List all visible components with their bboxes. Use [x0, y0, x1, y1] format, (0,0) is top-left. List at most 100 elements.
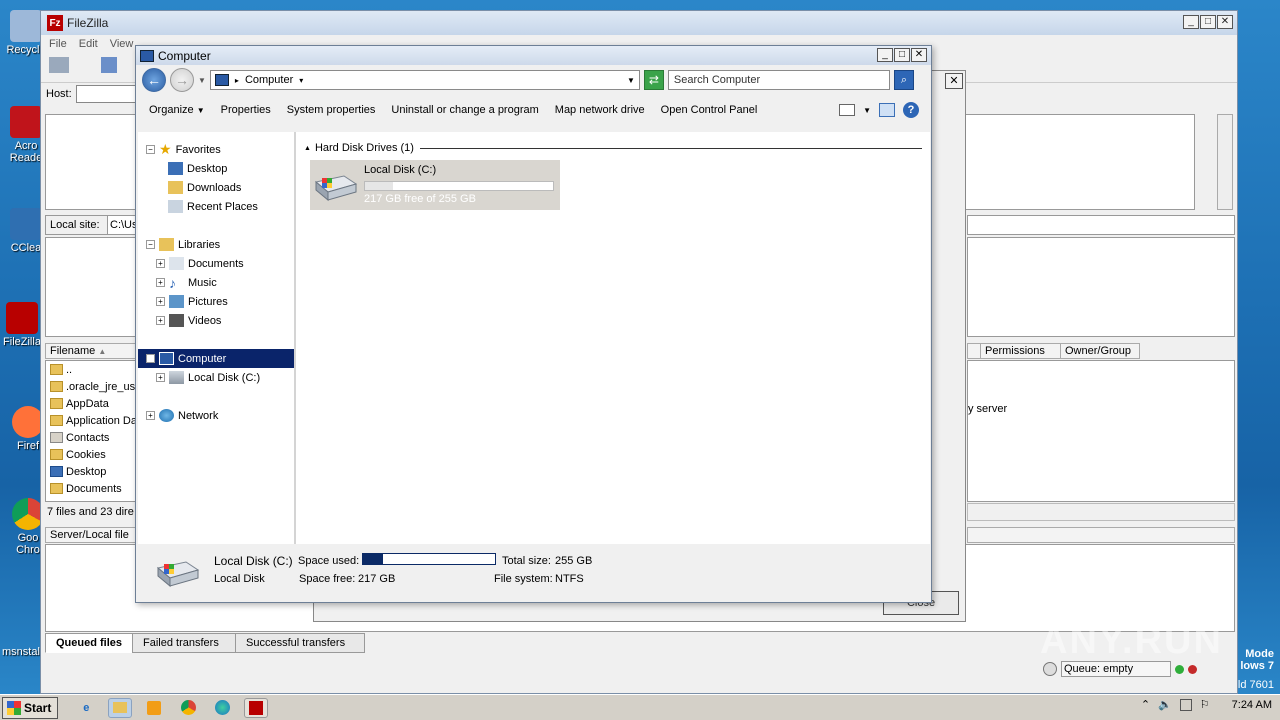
list-item[interactable]: Application Da — [46, 412, 136, 429]
collapse-icon[interactable]: − — [146, 240, 155, 249]
nav-documents[interactable]: + Documents — [138, 254, 294, 273]
nav-local-disk[interactable]: + Local Disk (C:) — [138, 368, 294, 387]
owner-group-column-header[interactable]: Owner/Group — [1060, 343, 1140, 359]
preview-pane-icon[interactable] — [879, 103, 895, 117]
minimize-button[interactable]: _ — [1183, 15, 1199, 29]
dialog-close-x-button[interactable]: ✕ — [945, 73, 963, 89]
show-hidden-icons-icon[interactable]: ⌃ — [1141, 698, 1150, 711]
address-dropdown-icon[interactable]: ▼ — [627, 76, 635, 85]
nav-recent-places[interactable]: Recent Places — [138, 197, 294, 216]
maximize-button[interactable]: □ — [1200, 15, 1216, 29]
nav-music[interactable]: + ♪ Music — [138, 273, 294, 292]
chevron-down-icon[interactable]: ▾ — [299, 76, 303, 85]
nav-videos[interactable]: + Videos — [138, 311, 294, 330]
site-manager-icon[interactable] — [49, 57, 69, 73]
volume-icon[interactable]: 🔈 — [1158, 698, 1172, 711]
expand-icon[interactable]: + — [146, 411, 155, 420]
nav-downloads[interactable]: Downloads — [138, 178, 294, 197]
list-item[interactable]: Desktop — [46, 463, 136, 480]
chrome-taskbar-icon[interactable] — [176, 698, 200, 718]
queue-column-header[interactable] — [967, 527, 1235, 543]
remote-site-input[interactable] — [967, 215, 1235, 235]
expand-icon[interactable]: + — [156, 278, 165, 287]
local-disk-tile[interactable]: Local Disk (C:) 217 GB free of 255 GB — [310, 160, 560, 210]
filezilla-taskbar-icon[interactable] — [244, 697, 269, 718]
minimize-button[interactable]: _ — [877, 48, 893, 62]
list-item[interactable]: AppData — [46, 395, 136, 412]
nav-favorites[interactable]: − ★ Favorites — [138, 140, 294, 159]
forward-button[interactable]: → — [170, 68, 194, 92]
recent-pages-dropdown-icon[interactable]: ▼ — [198, 76, 206, 85]
view-options-dropdown-icon[interactable]: ▼ — [863, 106, 871, 115]
nav-libraries[interactable]: − Libraries — [138, 235, 294, 254]
explorer-titlebar[interactable]: Computer _ □ ✕ — [136, 46, 931, 65]
desktop-icon-filezilla[interactable]: FileZilla — [0, 302, 44, 348]
local-site-input[interactable]: C:\Us — [107, 215, 138, 235]
edge-icon[interactable] — [210, 698, 234, 718]
server-local-file-header[interactable]: Server/Local file — [45, 527, 137, 543]
close-button[interactable]: ✕ — [911, 48, 927, 62]
list-item[interactable]: .oracle_jre_us — [46, 378, 136, 395]
action-center-flag-icon[interactable]: ⚐ — [1200, 698, 1210, 711]
breadcrumb-arrow-icon[interactable]: ▸ — [235, 76, 239, 85]
collapse-group-icon[interactable]: ▲ — [304, 145, 311, 152]
menu-edit[interactable]: Edit — [79, 38, 98, 50]
map-network-drive-button[interactable]: Map network drive — [555, 104, 645, 116]
local-tree[interactable] — [45, 237, 137, 337]
expand-icon[interactable]: + — [156, 259, 165, 268]
toolbar-icon[interactable] — [101, 57, 117, 73]
log-scrollbar[interactable] — [1217, 114, 1233, 210]
remote-column-header[interactable] — [967, 343, 981, 359]
collapse-icon[interactable]: − — [146, 145, 155, 154]
hard-disk-drives-group[interactable]: ▲ Hard Disk Drives (1) — [304, 140, 922, 156]
search-input[interactable]: Search Computer — [667, 70, 890, 90]
filename-column-header[interactable]: Filename ▲ — [45, 343, 137, 359]
list-item[interactable]: Documents — [46, 480, 136, 497]
windows-explorer-icon[interactable] — [108, 697, 133, 718]
network-tray-icon[interactable] — [1179, 698, 1192, 711]
properties-button[interactable]: Properties — [221, 104, 271, 116]
nav-desktop[interactable]: Desktop — [138, 159, 294, 178]
nav-pictures[interactable]: + Pictures — [138, 292, 294, 311]
back-button[interactable]: ← — [142, 68, 166, 92]
clock[interactable]: 7:24 AM — [1232, 699, 1272, 711]
search-icon[interactable]: ⌕ — [893, 70, 914, 90]
filezilla-titlebar[interactable]: Fz FileZilla _ □ ✕ — [41, 11, 1237, 35]
expand-icon[interactable]: + — [156, 316, 165, 325]
organize-button[interactable]: Organize ▼ — [149, 104, 205, 116]
breadcrumb[interactable]: Computer — [245, 74, 293, 86]
list-item[interactable]: Contacts — [46, 429, 136, 446]
tab-failed-transfers[interactable]: Failed transfers — [132, 633, 237, 653]
internet-explorer-icon[interactable]: e — [74, 698, 98, 718]
maximize-button[interactable]: □ — [894, 48, 910, 62]
address-box[interactable]: ▸ Computer ▾ ▼ — [209, 70, 640, 90]
speed-limit-icon[interactable] — [1043, 662, 1057, 676]
list-item[interactable]: Cookies — [46, 446, 136, 463]
host-input[interactable] — [75, 85, 136, 103]
list-item[interactable]: .. — [46, 361, 136, 378]
collapse-icon[interactable]: − — [146, 354, 155, 363]
nav-computer[interactable]: − Computer — [138, 349, 294, 368]
close-button[interactable]: ✕ — [1217, 15, 1233, 29]
drive-free-text: 217 GB free of 255 GB — [364, 193, 476, 205]
open-control-panel-button[interactable]: Open Control Panel — [661, 104, 758, 116]
uninstall-program-button[interactable]: Uninstall or change a program — [391, 104, 538, 116]
start-button[interactable]: Start — [2, 696, 59, 719]
remote-file-list: y server — [967, 360, 1235, 502]
expand-icon[interactable]: + — [156, 373, 165, 382]
menu-file[interactable]: File — [49, 38, 67, 50]
space-used-bar — [362, 553, 496, 565]
desktop-icon-msnstal[interactable]: msnstal — [2, 646, 42, 658]
tab-successful-transfers[interactable]: Successful transfers — [235, 633, 366, 653]
system-properties-button[interactable]: System properties — [287, 104, 376, 116]
change-view-icon[interactable] — [839, 104, 856, 116]
refresh-button[interactable]: ⇄ — [643, 70, 664, 90]
media-player-icon[interactable] — [142, 698, 166, 718]
permissions-column-header[interactable]: Permissions — [980, 343, 1062, 359]
nav-network[interactable]: + Network — [138, 406, 294, 425]
tab-queued-files[interactable]: Queued files — [45, 633, 134, 653]
help-icon[interactable]: ? — [903, 102, 919, 118]
expand-icon[interactable]: + — [156, 297, 165, 306]
remote-tree[interactable] — [967, 237, 1235, 337]
menu-view[interactable]: View — [110, 38, 134, 50]
